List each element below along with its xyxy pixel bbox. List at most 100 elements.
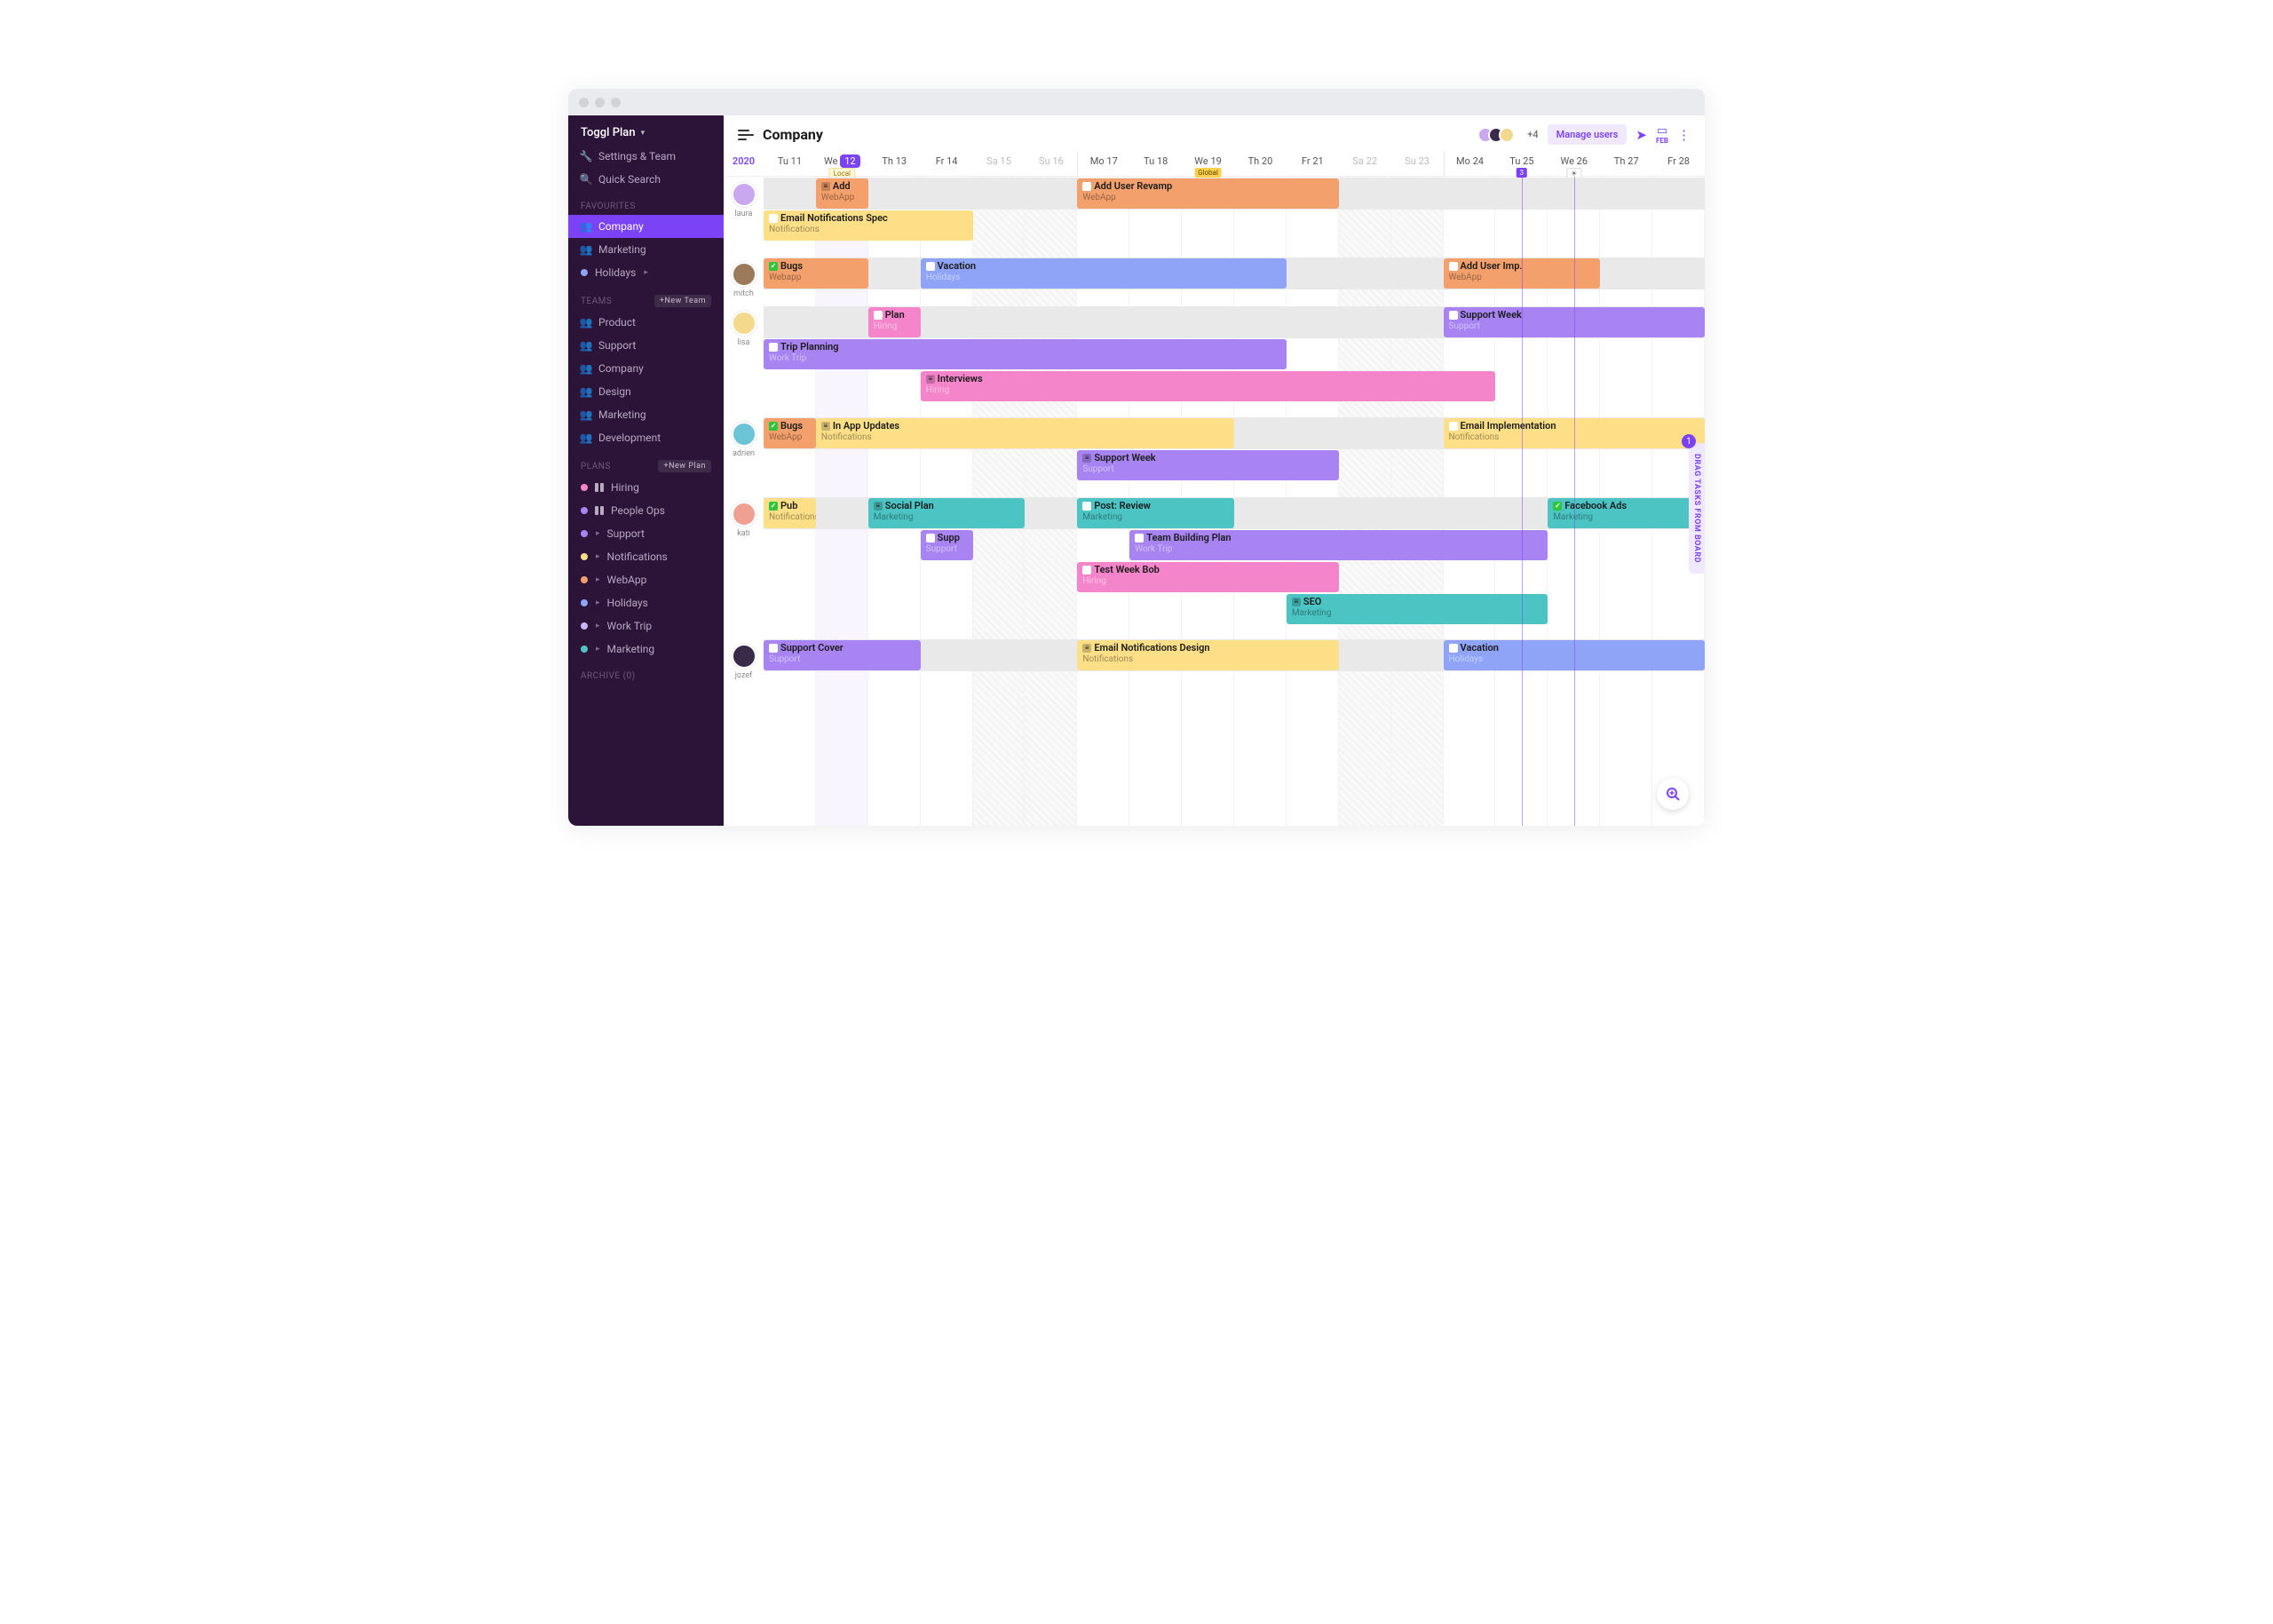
more-menu-icon[interactable]: ⋮ (1677, 127, 1691, 143)
chevron-right-icon: ▸ (644, 268, 648, 277)
user-row-header[interactable]: lisa (724, 305, 764, 416)
task-title: Post: Review (1082, 500, 1229, 512)
day-column-header[interactable]: Sa 22 (1339, 152, 1391, 176)
day-column-header[interactable]: Th 27 (1600, 152, 1652, 176)
task-card[interactable]: Test Week BobHiring (1077, 562, 1338, 592)
day-column-header[interactable]: Th 13 (868, 152, 921, 176)
sidebar-plan-item[interactable]: ▸Holidays (568, 591, 724, 614)
calendar-jump[interactable]: ▭ FEB (1656, 124, 1668, 145)
sidebar-plan-item[interactable]: ▸Notifications (568, 545, 724, 568)
task-status-icon (769, 343, 778, 352)
sidebar-team-item[interactable]: 👥Product (568, 311, 724, 334)
task-status-icon (1082, 566, 1091, 574)
task-card[interactable]: Email Notifications SpecNotifications (764, 210, 973, 241)
day-column-header[interactable]: We 26☀ (1548, 152, 1600, 176)
task-card[interactable]: ≡In App UpdatesNotifications (816, 418, 1234, 448)
task-title: ≡Email Notifications Design (1082, 642, 1333, 654)
task-card[interactable]: ✓Facebook AdsMarketing (1548, 498, 1705, 528)
workspace-switcher[interactable]: Toggl Plan ▾ (568, 115, 724, 145)
day-column-header[interactable]: Tu 11 (764, 152, 816, 176)
settings-link[interactable]: 🔧 Settings & Team (568, 145, 724, 168)
task-status-icon: ✓ (1553, 502, 1562, 511)
sidebar-plan-item[interactable]: People Ops (568, 499, 724, 522)
share-icon[interactable]: ➤ (1635, 127, 1647, 143)
year-label[interactable]: 2020 (724, 152, 764, 176)
drag-tasks-count: 1 (1682, 434, 1696, 448)
sidebar-plan-item[interactable]: Hiring (568, 476, 724, 499)
day-column-header[interactable]: We 12Local (816, 152, 868, 176)
user-row: ≡AddWebApp Add User RevampWebApp Email Not… (764, 177, 1705, 257)
quick-search[interactable]: 🔍 Quick Search (568, 168, 724, 191)
day-column-header[interactable]: Mo 17 (1077, 152, 1129, 176)
user-row-header[interactable]: mitch (724, 257, 764, 305)
day-column-header[interactable]: Su 23 (1391, 152, 1444, 176)
sidebar-team-item[interactable]: 👥Company (568, 357, 724, 380)
day-column-header[interactable]: Su 16 (1025, 152, 1077, 176)
sidebar-plan-item[interactable]: ▸WebApp (568, 568, 724, 591)
day-column-header[interactable]: Th 20 (1234, 152, 1287, 176)
avatar (732, 262, 756, 287)
timeline-grid[interactable]: ≡AddWebApp Add User RevampWebApp Email Not… (764, 177, 1705, 826)
task-card[interactable]: Team Building PlanWork Trip (1129, 530, 1548, 560)
task-card[interactable]: PlanHiring (868, 307, 921, 337)
day-column-header[interactable]: Tu 253 (1495, 152, 1548, 176)
sidebar-favourite-item[interactable]: 👥Marketing (568, 238, 724, 261)
task-card[interactable]: Add User RevampWebApp (1077, 178, 1338, 209)
plan-dot-icon (581, 484, 588, 491)
task-status-icon (769, 644, 778, 653)
window-max-dot[interactable] (611, 98, 621, 107)
archive-header[interactable]: ARCHIVE (0) (568, 661, 724, 685)
sidebar-team-item[interactable]: 👥Support (568, 334, 724, 357)
new-team-button[interactable]: +New Team (654, 295, 711, 307)
task-card[interactable]: Trip PlanningWork Trip (764, 339, 1287, 369)
user-row: ✓PubNotifications ≡Social PlanMarketing Po… (764, 496, 1705, 638)
chevron-down-icon: ▾ (641, 129, 645, 138)
sidebar-team-item[interactable]: 👥Design (568, 380, 724, 403)
task-card[interactable]: ✓BugsWebApp (764, 418, 816, 448)
task-card[interactable]: ≡AddWebApp (816, 178, 868, 209)
task-card[interactable]: ✓BugsWebapp (764, 258, 868, 289)
day-column-header[interactable]: Fr 28 (1652, 152, 1705, 176)
manage-users-button[interactable]: Manage users (1548, 124, 1628, 145)
task-title: ≡Add (821, 180, 863, 193)
sidebar-team-item[interactable]: 👥Development (568, 426, 724, 449)
day-column-header[interactable]: Fr 14 (921, 152, 973, 176)
user-row-header[interactable]: laura (724, 177, 764, 257)
task-card[interactable]: Support CoverSupport (764, 640, 921, 670)
sidebar-item-label: Marketing (607, 643, 655, 655)
task-card[interactable]: ✓PubNotifications (764, 498, 816, 528)
chevron-right-icon: ▸ (596, 552, 600, 561)
task-card[interactable]: ≡Email Notifications DesignNotifications (1077, 640, 1338, 670)
user-avatars[interactable] (1483, 127, 1515, 143)
task-status-icon: ✓ (769, 502, 778, 511)
day-column-header[interactable]: Tu 18 (1129, 152, 1182, 176)
new-plan-button[interactable]: +New Plan (658, 460, 711, 472)
task-card[interactable]: ≡Social PlanMarketing (868, 498, 1026, 528)
day-column-header[interactable]: Mo 24 (1444, 152, 1496, 176)
day-column-header[interactable]: Sa 15 (973, 152, 1026, 176)
sidebar-favourite-item[interactable]: 👥Company (568, 215, 724, 238)
user-row-header[interactable]: kati (724, 496, 764, 638)
task-card[interactable]: ≡InterviewsHiring (921, 371, 1496, 401)
window-min-dot[interactable] (595, 98, 605, 107)
task-card[interactable]: Post: ReviewMarketing (1077, 498, 1234, 528)
day-column-header[interactable]: We 19Global (1182, 152, 1234, 176)
user-row-header[interactable]: jozef (724, 638, 764, 687)
sidebar-favourite-item[interactable]: Holidays▸ (568, 261, 724, 284)
menu-toggle-icon[interactable] (738, 130, 754, 140)
sidebar-plan-item[interactable]: ▸Marketing (568, 638, 724, 661)
sidebar-plan-item[interactable]: ▸Support (568, 522, 724, 545)
task-card[interactable]: ≡Support WeekSupport (1077, 450, 1338, 480)
user-row-header[interactable]: adrien (724, 416, 764, 496)
calendar-icon: ▭ (1657, 124, 1667, 138)
task-card[interactable]: SuppSupport (921, 530, 973, 560)
day-column-header[interactable]: Fr 21 (1287, 152, 1339, 176)
task-card[interactable]: ≡SEOMarketing (1287, 594, 1548, 624)
window-close-dot[interactable] (579, 98, 589, 107)
drag-tasks-panel[interactable]: DRAG TASKS FROM BOARD (1689, 443, 1705, 574)
zoom-button[interactable] (1657, 778, 1689, 810)
sidebar-plan-item[interactable]: ▸Work Trip (568, 614, 724, 638)
extra-users-count[interactable]: +4 (1527, 129, 1538, 140)
sidebar-team-item[interactable]: 👥Marketing (568, 403, 724, 426)
task-card[interactable]: VacationHolidays (921, 258, 1287, 289)
